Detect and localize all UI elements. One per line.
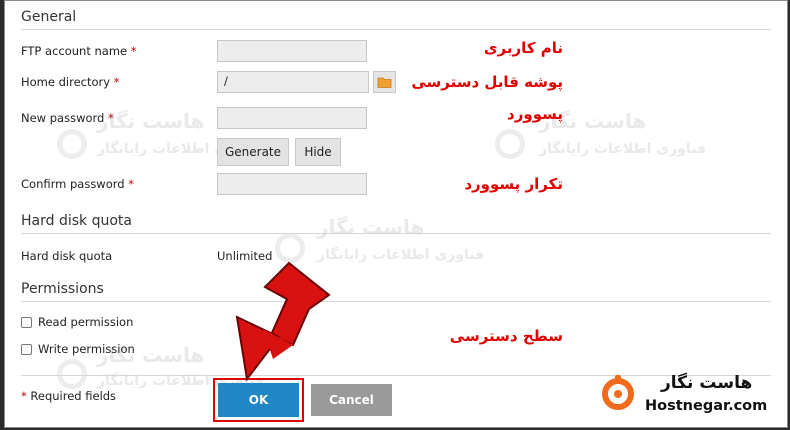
divider xyxy=(21,301,771,302)
label-text: FTP account name xyxy=(21,44,128,58)
required-mark: * xyxy=(21,389,27,403)
write-permission-checkbox[interactable] xyxy=(21,344,32,355)
required-fields-note: * Required fields xyxy=(21,389,116,403)
browse-folder-button[interactable] xyxy=(373,71,396,93)
hostnegar-logo-icon xyxy=(599,373,637,411)
quota-label: Hard disk quota xyxy=(21,249,113,263)
read-permission-checkbox[interactable] xyxy=(21,317,32,328)
folder-icon xyxy=(377,77,392,88)
brand-domain: Hostnegar.com xyxy=(645,398,768,414)
annotation-password-repeat: تکرار پسوورد xyxy=(464,175,563,193)
label-text: Confirm password xyxy=(21,177,125,191)
divider xyxy=(21,233,771,234)
divider xyxy=(21,375,771,376)
new-password-input[interactable] xyxy=(217,107,367,129)
label-text: Home directory xyxy=(21,75,111,89)
section-title-general: General xyxy=(21,9,77,25)
annotation-password: پسوورد xyxy=(507,105,563,123)
ftp-account-name-label: FTP account name * xyxy=(21,44,137,58)
annotation-access-level: سطح دسترسی xyxy=(449,327,563,345)
watermark-subtext: فناوری اطلاعات رایانگار xyxy=(539,141,707,157)
annotation-username: نام کاربری xyxy=(483,39,563,57)
read-permission-label: Read permission xyxy=(38,315,134,329)
generate-button[interactable]: Generate xyxy=(217,138,289,166)
section-title-permissions: Permissions xyxy=(21,281,104,297)
required-fields-text: Required fields xyxy=(30,389,117,403)
home-directory-label: Home directory * xyxy=(21,75,119,89)
section-title-quota: Hard disk quota xyxy=(21,213,132,229)
watermark-logo-icon xyxy=(57,129,87,159)
label-text: New password xyxy=(21,111,105,125)
hide-button[interactable]: Hide xyxy=(295,138,341,166)
divider xyxy=(21,29,771,30)
watermark-text: هاست نگار xyxy=(317,215,425,239)
ftp-account-name-input[interactable] xyxy=(217,40,367,62)
home-directory-input[interactable]: / xyxy=(217,71,369,93)
required-mark: * xyxy=(128,177,134,191)
annotation-home-folder: پوشه قابل دسترسی xyxy=(411,73,563,91)
write-permission-label: Write permission xyxy=(38,342,135,356)
ftp-account-form: هاست نگار فناوری اطلاعات رایانگار هاست ن… xyxy=(4,0,788,428)
required-mark: * xyxy=(108,111,114,125)
watermark-logo-icon xyxy=(495,129,525,159)
required-mark: * xyxy=(113,75,120,89)
new-password-label: New password * xyxy=(21,111,114,125)
confirm-password-input[interactable] xyxy=(217,173,367,195)
watermark-logo-icon xyxy=(57,359,87,389)
confirm-password-label: Confirm password * xyxy=(21,177,134,191)
required-mark: * xyxy=(130,44,137,58)
red-arrow-icon xyxy=(235,261,331,382)
brand-name-fa: هاست نگار xyxy=(661,373,753,393)
